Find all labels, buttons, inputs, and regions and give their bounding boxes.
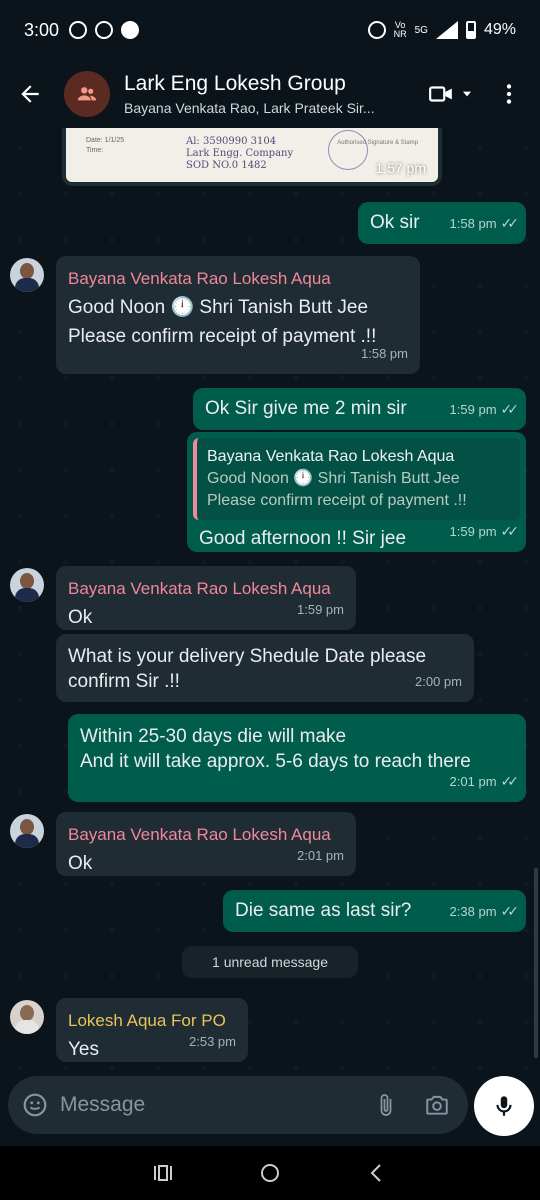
image-message[interactable]: Date: 1/1/25 Time: Al: 3590990 3104 Lark E…: [62, 128, 442, 186]
back-button[interactable]: [0, 60, 60, 128]
read-ticks-icon: ✓✓: [500, 215, 520, 231]
mic-icon: [496, 1096, 512, 1116]
message-text: Ok sir: [370, 212, 420, 233]
message-time: 1:59 pm: [297, 602, 344, 617]
composer: [0, 1070, 540, 1146]
attach-icon[interactable]: [374, 1093, 398, 1117]
dropdown-icon: [462, 91, 472, 97]
message-bubble-outgoing-reply[interactable]: Bayana Venkata Rao Lokesh Aqua Good Noon…: [187, 432, 526, 552]
recents-icon[interactable]: [151, 1161, 175, 1185]
message-text: Within 25-30 days die will make: [80, 726, 347, 747]
image-stamp: [328, 130, 368, 170]
message-input-box: [8, 1076, 468, 1134]
message-time: 1:57 pm: [375, 160, 426, 176]
chat-header: Lark Eng Lokesh Group Bayana Venkata Rao…: [0, 60, 540, 128]
message-bubble-incoming[interactable]: Bayana Venkata Rao Lokesh Aqua Good Noon…: [56, 256, 420, 374]
message-bubble-outgoing[interactable]: Ok Sir give me 2 min sir 1:59 pm ✓✓: [193, 388, 526, 430]
message-text: Die same as last sir?: [235, 900, 412, 921]
quoted-text: Please confirm receipt of payment .!!: [207, 492, 467, 509]
quoted-sender: Bayana Venkata Rao Lokesh Aqua: [207, 448, 455, 465]
chat-title-area[interactable]: Lark Eng Lokesh Group Bayana Venkata Rao…: [124, 72, 428, 116]
message-meta: 1:58 pm ✓✓: [450, 211, 520, 236]
message-bubble-incoming[interactable]: Bayana Venkata Rao Lokesh Aqua Ok 2:01 p…: [56, 812, 356, 876]
message-text: What is your delivery Shedule Date pleas…: [68, 646, 427, 667]
message-text: Please confirm receipt of payment .!!: [68, 326, 377, 347]
avatar[interactable]: [10, 568, 44, 602]
mic-button[interactable]: [474, 1076, 534, 1136]
message-text: confirm Sir .!!: [68, 671, 180, 692]
message-bubble-outgoing[interactable]: Ok sir 1:58 pm ✓✓: [358, 202, 526, 244]
system-nav-bar: [0, 1146, 540, 1200]
message-bubble-outgoing[interactable]: Within 25-30 days die will make And it w…: [68, 714, 526, 802]
alarm-icon: [367, 21, 386, 39]
chat-participants: Bayana Venkata Rao, Lark Prateek Sir...: [124, 100, 375, 116]
home-icon[interactable]: [258, 1161, 282, 1185]
sender-name[interactable]: Bayana Venkata Rao Lokesh Aqua: [68, 266, 408, 291]
message-time: 1:58 pm: [361, 346, 408, 361]
avatar[interactable]: [10, 258, 44, 292]
message-text: Ok Sir give me 2 min sir: [205, 398, 407, 419]
message-time: 2:01 pm: [297, 848, 344, 863]
quoted-text: Good Noon 🕛 Shri Tanish Butt Jee: [207, 470, 460, 487]
whatsapp-status-icon: [69, 21, 88, 39]
signal-icon: [435, 21, 458, 39]
read-ticks-icon: ✓✓: [500, 523, 520, 539]
message-text: Good Noon 🕛 Shri Tanish Butt Jee: [68, 297, 369, 318]
message-time: 2:00 pm: [415, 674, 462, 689]
read-ticks-icon: ✓✓: [500, 903, 520, 919]
video-call-icon: [429, 86, 452, 102]
sticker-icon[interactable]: [22, 1092, 48, 1118]
alarm-status-icon: [95, 21, 114, 39]
message-bubble-incoming[interactable]: Lokesh Aqua For PO Yes 2:53 pm: [56, 998, 248, 1062]
message-list[interactable]: Date: 1/1/25 Time: Al: 3590990 3104 Lark E…: [0, 128, 540, 1070]
message-bubble-incoming[interactable]: What is your delivery Shedule Date pleas…: [56, 634, 474, 702]
group-avatar[interactable]: [64, 71, 110, 117]
chat-title: Lark Eng Lokesh Group: [124, 72, 346, 95]
read-ticks-icon: ✓✓: [500, 401, 520, 417]
message-bubble-incoming[interactable]: Bayana Venkata Rao Lokesh Aqua Ok 1:59 p…: [56, 566, 356, 630]
image-date-label: Date: 1/1/25 Time:: [86, 137, 125, 154]
call-status-icon: [121, 21, 140, 39]
message-meta: 2:01 pm ✓✓: [450, 769, 520, 794]
quoted-message[interactable]: Bayana Venkata Rao Lokesh Aqua Good Noon…: [193, 438, 520, 520]
message-meta: 2:38 pm ✓✓: [450, 899, 520, 924]
status-bar: 3:00 Vo NR 5G 49%: [0, 0, 540, 60]
battery-icon: [465, 21, 476, 39]
battery-percent: 49%: [483, 21, 516, 38]
unread-divider: 1 unread message: [182, 946, 358, 978]
back-icon[interactable]: [365, 1161, 389, 1185]
video-call-button[interactable]: [428, 81, 474, 107]
avatar[interactable]: [10, 1000, 44, 1034]
network-type: 5G: [414, 24, 428, 36]
volte-label: Vo NR: [393, 20, 407, 39]
message-meta: 1:59 pm ✓✓: [450, 397, 520, 422]
read-ticks-icon: ✓✓: [500, 773, 520, 789]
message-bubble-outgoing[interactable]: Die same as last sir? 2:38 pm ✓✓: [223, 890, 526, 932]
image-signature-label: Authorised Signature & Stamp: [337, 140, 418, 146]
image-handwriting: Al: 3590990 3104 Lark Engg. Company SOD NO…: [186, 136, 294, 171]
group-icon: [77, 87, 97, 101]
message-meta: 1:59 pm ✓✓: [450, 519, 520, 544]
more-icon[interactable]: [496, 81, 522, 107]
back-arrow-icon: [21, 85, 39, 103]
message-time: 2:53 pm: [189, 1034, 236, 1049]
message-input[interactable]: [60, 1093, 374, 1117]
status-time: 3:00: [24, 19, 60, 40]
avatar[interactable]: [10, 814, 44, 848]
camera-icon[interactable]: [424, 1092, 450, 1118]
scrollbar[interactable]: [534, 868, 538, 1058]
